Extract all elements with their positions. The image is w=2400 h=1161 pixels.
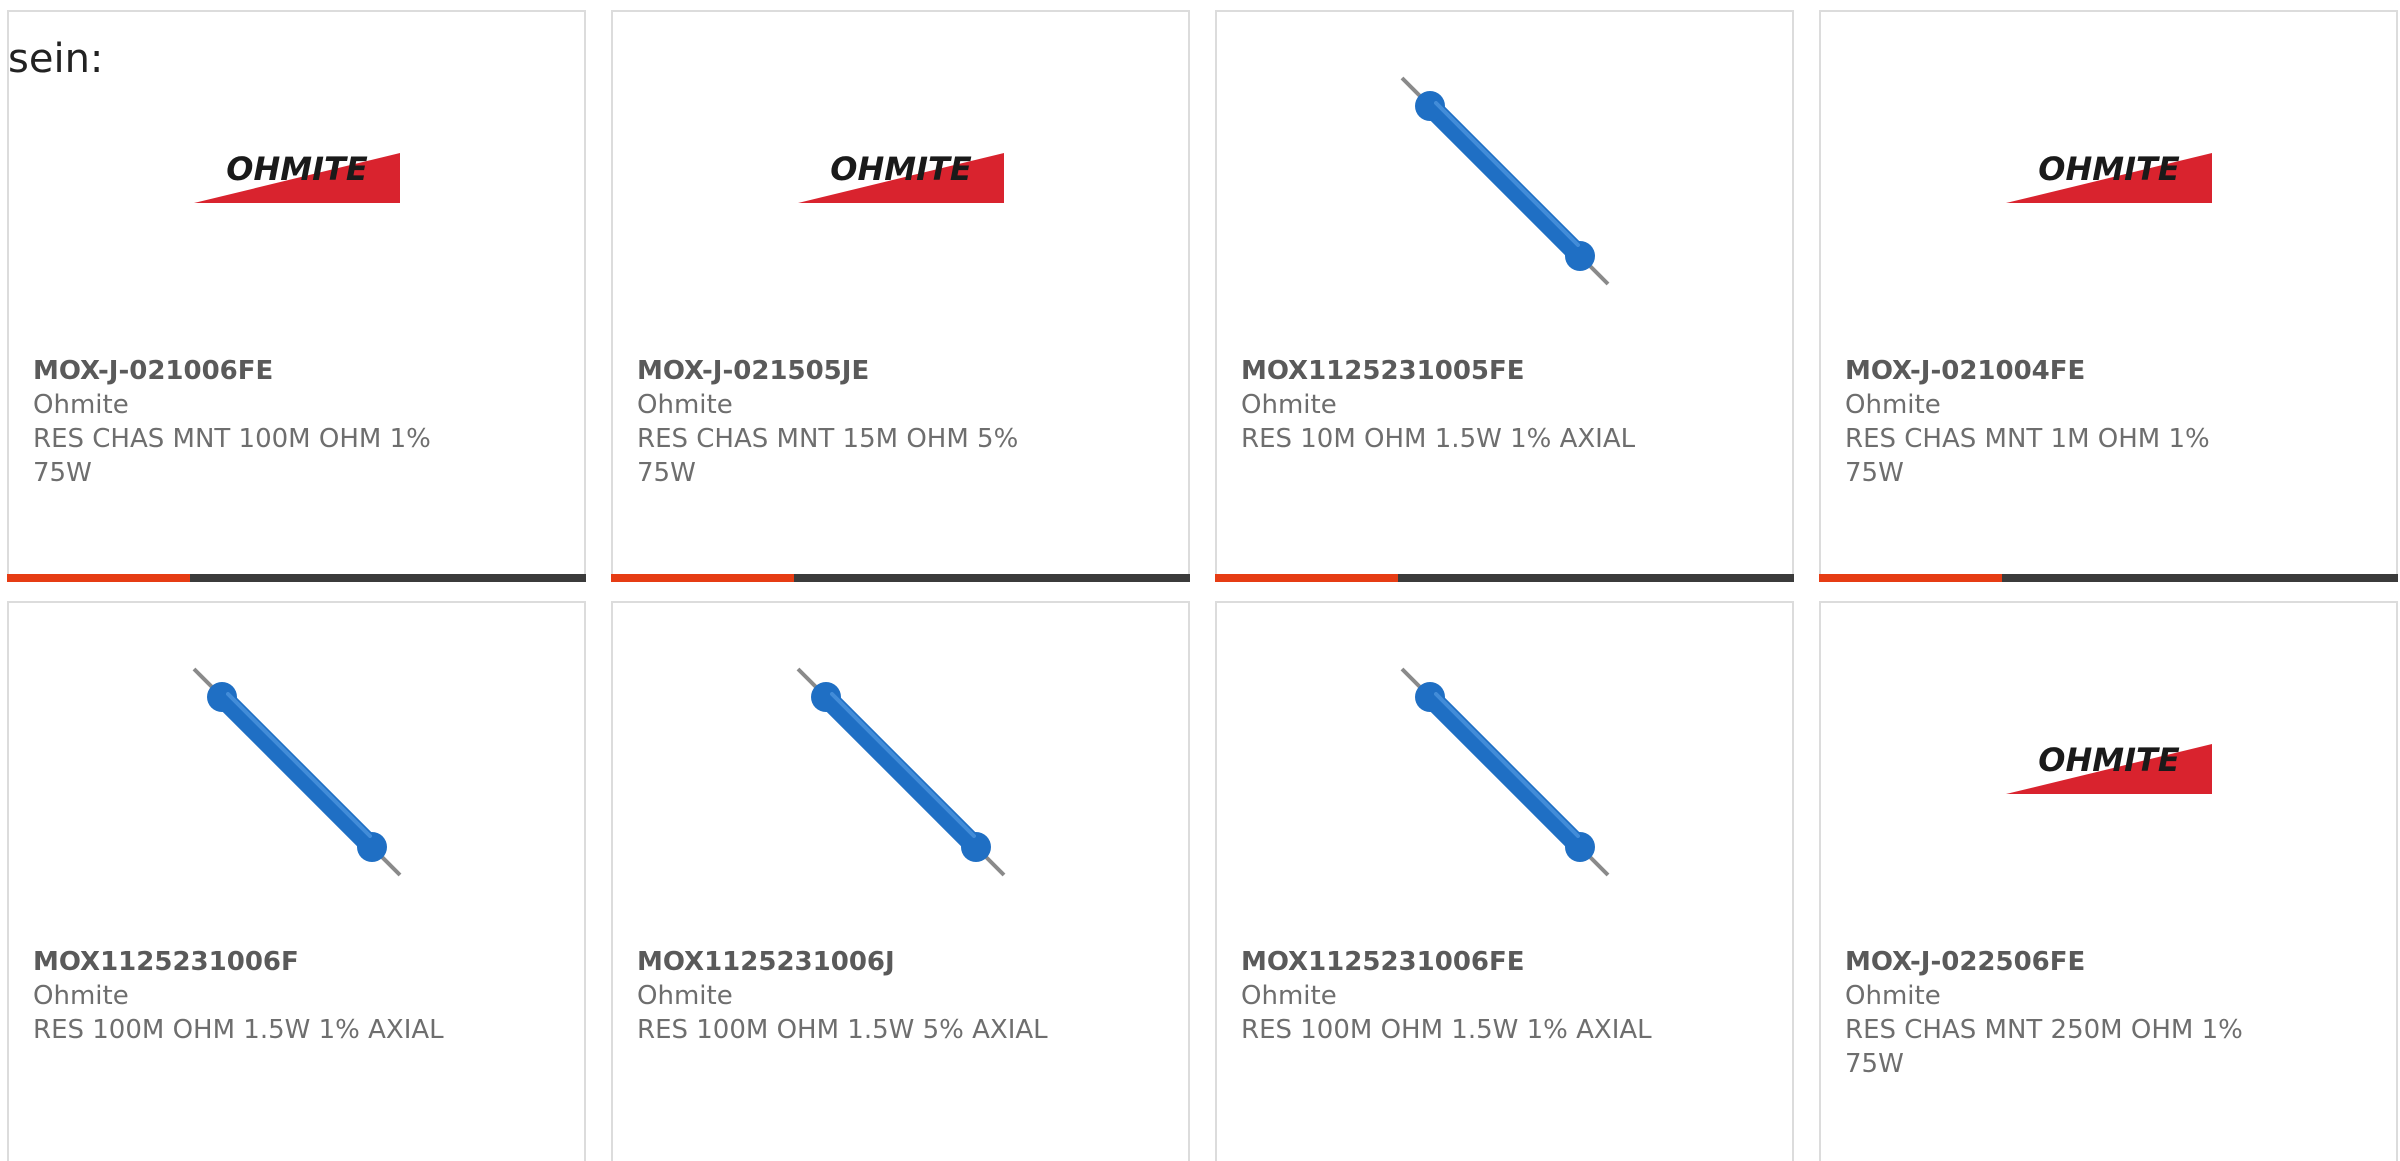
axial-resistor-image <box>192 667 401 877</box>
manufacturer: Ohmite <box>637 981 733 1011</box>
axial-resistor-image <box>1400 76 1609 286</box>
logo-text: OHMITE <box>226 153 368 188</box>
product-grid-page: sein: OHMITE MOX-J-021006FE Ohmite RES C… <box>0 0 2400 1161</box>
intro-text: sein: <box>8 36 104 82</box>
product-card[interactable]: OHMITE MOX-J-021505JE Ohmite RES CHAS MN… <box>611 10 1190 582</box>
product-info: MOX1125231005FE Ohmite RES 10M OHM 1.5W … <box>1241 354 1661 456</box>
description: RES 100M OHM 1.5W 5% AXIAL <box>637 1015 1048 1045</box>
product-image[interactable]: OHMITE <box>796 76 1006 286</box>
card-bar <box>1819 574 2398 582</box>
card-bar-accent <box>1215 574 1398 582</box>
card-bar-accent <box>1819 574 2002 582</box>
product-card[interactable]: OHMITE MOX-J-021006FE Ohmite RES CHAS MN… <box>7 10 586 582</box>
manufacturer: Ohmite <box>1241 981 1337 1011</box>
ohmite-logo: OHMITE <box>797 153 1004 203</box>
ohmite-logo: OHMITE <box>2005 744 2212 794</box>
part-number[interactable]: MOX-J-022506FE <box>1845 945 2265 979</box>
card-bar-accent <box>611 574 794 582</box>
description: RES CHAS MNT 1M OHM 1% 75W <box>1845 424 2210 488</box>
part-number[interactable]: MOX1125231006F <box>33 945 453 979</box>
axial-resistor-image <box>796 667 1005 877</box>
product-info: MOX1125231006F Ohmite RES 100M OHM 1.5W … <box>33 945 453 1047</box>
axial-resistor-image <box>1400 667 1609 877</box>
description: RES 100M OHM 1.5W 1% AXIAL <box>1241 1015 1652 1045</box>
manufacturer: Ohmite <box>1845 390 1941 420</box>
product-card[interactable]: MOX1125231006FE Ohmite RES 100M OHM 1.5W… <box>1215 601 1794 1161</box>
manufacturer: Ohmite <box>637 390 733 420</box>
part-number[interactable]: MOX-J-021004FE <box>1845 354 2265 388</box>
manufacturer: Ohmite <box>1845 981 1941 1011</box>
description: RES 10M OHM 1.5W 1% AXIAL <box>1241 424 1636 454</box>
description: RES 100M OHM 1.5W 1% AXIAL <box>33 1015 444 1045</box>
product-image[interactable] <box>1400 667 1610 877</box>
logo-text: OHMITE <box>830 153 972 188</box>
part-number[interactable]: MOX-J-021006FE <box>33 354 453 388</box>
logo-text: OHMITE <box>2038 744 2180 779</box>
product-info: MOX-J-021006FE Ohmite RES CHAS MNT 100M … <box>33 354 453 490</box>
card-bar <box>7 574 586 582</box>
part-number[interactable]: MOX1125231006J <box>637 945 1057 979</box>
product-image[interactable] <box>1400 76 1610 286</box>
product-info: MOX-J-021505JE Ohmite RES CHAS MNT 15M O… <box>637 354 1057 490</box>
card-bar <box>1215 574 1794 582</box>
product-image[interactable]: OHMITE <box>2004 667 2214 877</box>
card-bar <box>611 574 1190 582</box>
part-number[interactable]: MOX1125231005FE <box>1241 354 1661 388</box>
manufacturer: Ohmite <box>1241 390 1337 420</box>
part-number[interactable]: MOX-J-021505JE <box>637 354 1057 388</box>
product-image[interactable]: OHMITE <box>192 76 402 286</box>
description: RES CHAS MNT 250M OHM 1% 75W <box>1845 1015 2243 1079</box>
product-image[interactable] <box>192 667 402 877</box>
product-card[interactable]: MOX1125231006F Ohmite RES 100M OHM 1.5W … <box>7 601 586 1161</box>
manufacturer: Ohmite <box>33 390 129 420</box>
description: RES CHAS MNT 15M OHM 5% 75W <box>637 424 1019 488</box>
product-card[interactable]: MOX1125231005FE Ohmite RES 10M OHM 1.5W … <box>1215 10 1794 582</box>
logo-text: OHMITE <box>2038 153 2180 188</box>
product-image[interactable]: OHMITE <box>2004 76 2214 286</box>
product-card[interactable]: MOX1125231006J Ohmite RES 100M OHM 1.5W … <box>611 601 1190 1161</box>
ohmite-logo: OHMITE <box>2005 153 2212 203</box>
product-info: MOX1125231006J Ohmite RES 100M OHM 1.5W … <box>637 945 1057 1047</box>
product-info: MOX-J-022506FE Ohmite RES CHAS MNT 250M … <box>1845 945 2265 1081</box>
card-bar-accent <box>7 574 190 582</box>
product-image[interactable] <box>796 667 1006 877</box>
product-info: MOX-J-021004FE Ohmite RES CHAS MNT 1M OH… <box>1845 354 2265 490</box>
ohmite-logo: OHMITE <box>193 153 400 203</box>
description: RES CHAS MNT 100M OHM 1% 75W <box>33 424 431 488</box>
manufacturer: Ohmite <box>33 981 129 1011</box>
product-card[interactable]: OHMITE MOX-J-021004FE Ohmite RES CHAS MN… <box>1819 10 2398 582</box>
product-grid: OHMITE MOX-J-021006FE Ohmite RES CHAS MN… <box>0 0 2400 1161</box>
part-number[interactable]: MOX1125231006FE <box>1241 945 1661 979</box>
product-card[interactable]: OHMITE MOX-J-022506FE Ohmite RES CHAS MN… <box>1819 601 2398 1161</box>
product-info: MOX1125231006FE Ohmite RES 100M OHM 1.5W… <box>1241 945 1661 1047</box>
